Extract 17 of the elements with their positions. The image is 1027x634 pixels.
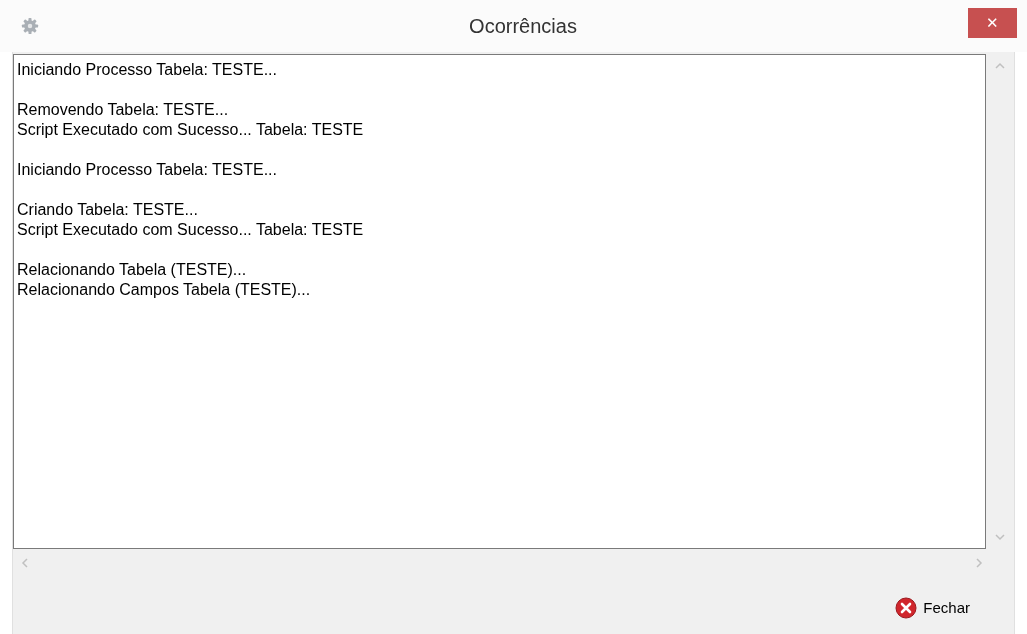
log-line: Iniciando Processo Tabela: TESTE... bbox=[17, 160, 277, 180]
log-line: Removendo Tabela: TESTE... bbox=[17, 100, 229, 120]
log-line: Script Executado com Sucesso... Tabela: TESTE bbox=[17, 120, 364, 140]
gear-icon bbox=[21, 17, 39, 35]
close-dialog-button[interactable]: Fechar bbox=[893, 595, 972, 622]
log-line: Relacionando Tabela (TESTE)... bbox=[17, 260, 247, 280]
log-line: Script Executado com Sucesso... Tabela: TESTE bbox=[17, 220, 364, 240]
log-line: Relacionando Campos Tabela (TESTE)... bbox=[17, 280, 311, 300]
scroll-down-icon[interactable] bbox=[995, 533, 1005, 541]
error-icon bbox=[895, 597, 918, 620]
scroll-right-icon[interactable] bbox=[975, 558, 983, 568]
scroll-up-icon[interactable] bbox=[995, 62, 1005, 70]
log-line: Criando Tabela: TESTE... bbox=[17, 200, 198, 220]
scroll-left-icon[interactable] bbox=[21, 558, 29, 568]
window-title: Ocorrências bbox=[469, 15, 577, 37]
close-button[interactable]: ✕ bbox=[968, 8, 1017, 38]
log-line: Iniciando Processo Tabela: TESTE... bbox=[17, 60, 277, 80]
